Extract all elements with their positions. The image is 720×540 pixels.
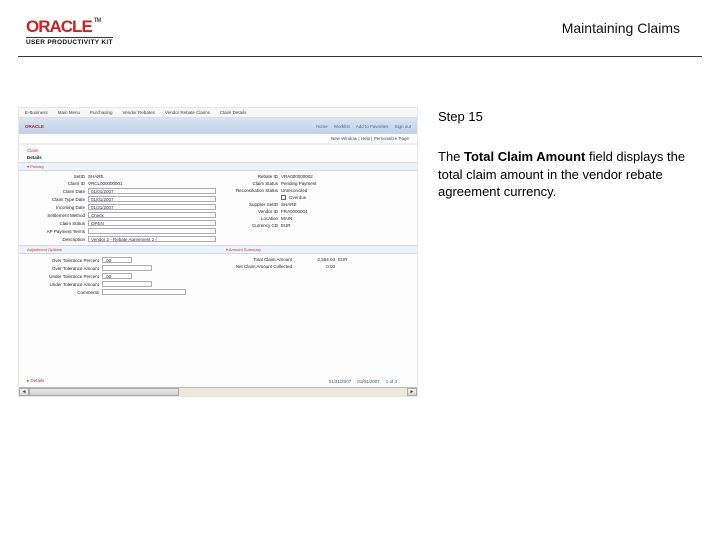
screenshot-thumbnail: E-Business Main Menu Purchasing Vendor R… [18,107,418,397]
nav-home[interactable]: Home [316,124,328,129]
pager[interactable]: 01/31/2007 01/01/2007 1 of 3 [329,379,397,384]
field-label: Settlement Method [27,213,85,218]
nav-signout[interactable]: Sign out [394,124,411,129]
currency-code: EUR [338,257,348,262]
field-label: Total Claim Amount [220,257,292,262]
topic-title: Maintaining Claims [562,20,680,36]
field-label: Net Claim Amount Collected [220,264,292,269]
text-input[interactable]: Vendor 2 - Rebate Agreement 2 ( [88,236,216,242]
page-tools[interactable]: New Window | Help | Personalize Page [19,134,417,144]
breadcrumb: E-Business Main Menu Purchasing Vendor R… [19,108,417,118]
checkbox-label: Overdue [289,195,306,200]
crumb: Vendor Rebates [123,110,155,117]
section-primary[interactable]: ▾ Primary [19,162,417,171]
text-input[interactable]: OPEN [88,220,216,226]
field-label: Claim Status [27,221,85,226]
oracle-logo: ORACLE TM [26,18,113,35]
number-input[interactable] [102,281,152,287]
field-value: FRA0000004 [281,209,409,214]
field-value: 0.00 [295,264,335,269]
scroll-left-icon[interactable]: ◄ [19,388,29,396]
desc-bold: Total Claim Amount [464,149,585,164]
desc-text: The [438,149,464,164]
field-value: VRA000000002 [281,174,409,179]
step-number: Step 15 [438,109,702,124]
pager-date: 01/31/2007 [329,379,352,384]
crumb: Vendor Rebate Claims [165,110,210,117]
section-amount-summary[interactable]: ▾ Amount Summary [218,245,417,254]
select-input[interactable]: Check [88,212,216,218]
horizontal-scrollbar[interactable]: ◄ ► [19,387,417,396]
field-label: Currency CD [220,223,278,228]
field-value: EUR [281,223,409,228]
field-label: Claim Date [27,189,85,194]
field-value: Unreconciled [281,188,409,193]
field-value: Pending Payment [281,181,409,186]
field-label: Comments [27,290,99,295]
text-input[interactable] [88,228,216,234]
scroll-right-icon[interactable]: ► [407,388,417,396]
page-section-title: Claim [19,144,417,155]
field-label: Over Tolerance Amount [27,266,99,271]
pager-date: 01/01/2007 [357,379,380,384]
crumb: E-Business [25,110,48,117]
field-label: Reconciliation Status [220,188,278,193]
crumb: Purchasing [90,110,113,117]
field-label: Description [27,237,85,242]
date-input[interactable]: 01/01/2007 [88,188,216,194]
nav-favorites[interactable]: Add to Favorites [356,124,389,129]
field-value: SHARE [281,202,409,207]
field-label: Under Tolerance Percent [27,274,99,279]
field-label: Claim Type Date [27,197,85,202]
number-input[interactable]: .00 [102,273,132,279]
logo-text: ORACLE [26,18,92,35]
overdue-checkbox[interactable] [281,195,286,200]
section-details-collapsed[interactable]: ▸ Details [27,378,44,384]
section-adjustment[interactable]: Adjustment Options [19,245,218,254]
logo-subtitle: USER PRODUCTIVITY KIT [26,37,113,46]
date-input[interactable]: 01/01/2007 [88,196,216,202]
number-input[interactable]: .00 [102,257,132,263]
field-label: Rebate ID [220,174,278,179]
field-label: Claim ID [27,181,85,186]
field-label: Claim Status [220,181,278,186]
pager-count: 1 of 3 [386,379,397,384]
app-brand: ORACLE [25,124,44,129]
total-claim-amount-value: 2,554.04 [295,257,335,262]
field-label: AP Payment Terms [27,229,85,234]
brand-block: ORACLE TM USER PRODUCTIVITY KIT [26,18,113,46]
details-heading: Details [19,155,417,162]
crumb: Main Menu [58,110,80,117]
nav-worklist[interactable]: Worklist [334,124,350,129]
logo-tm: TM [94,18,101,24]
field-label: Location [220,216,278,221]
field-label: Supplier SetID [220,202,278,207]
comments-input[interactable] [102,289,186,295]
field-label: Under Tolerance Amount [27,282,99,287]
field-label: Vendor ID [220,209,278,214]
step-description: The Total Claim Amount field displays th… [438,148,702,201]
field-label: Over Tolerance Percent [27,258,99,263]
field-value: MAIN [281,216,409,221]
number-input[interactable] [102,265,152,271]
scroll-thumb[interactable] [29,388,179,396]
field-label: SetID [27,174,85,179]
field-label: Incoming Date [27,205,85,210]
field-value: VRCL000000001 [88,181,216,186]
field-value: SHARE [88,174,216,179]
crumb: Claim Details [220,110,247,117]
date-input[interactable]: 01/31/2007 [88,204,216,210]
